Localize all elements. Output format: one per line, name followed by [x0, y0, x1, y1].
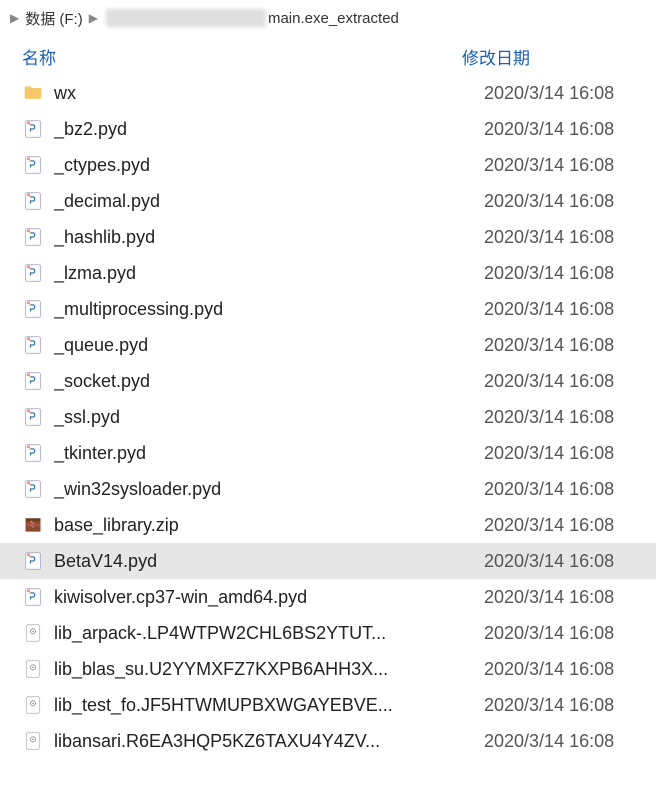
- file-date: 2020/3/14 16:08: [484, 659, 656, 680]
- file-icon: [22, 622, 44, 644]
- file-date: 2020/3/14 16:08: [484, 731, 656, 752]
- file-row[interactable]: _bz2.pyd2020/3/14 16:08: [0, 111, 656, 147]
- file-date: 2020/3/14 16:08: [484, 443, 656, 464]
- file-icon: [22, 658, 44, 680]
- file-row[interactable]: _ssl.pyd2020/3/14 16:08: [0, 399, 656, 435]
- file-name: _decimal.pyd: [54, 191, 484, 212]
- file-row[interactable]: _win32sysloader.pyd2020/3/14 16:08: [0, 471, 656, 507]
- file-date: 2020/3/14 16:08: [484, 695, 656, 716]
- file-row[interactable]: lib_blas_su.U2YYMXFZ7KXPB6AHH3X...2020/3…: [0, 651, 656, 687]
- column-name-header[interactable]: 名称: [0, 44, 462, 69]
- file-row[interactable]: _queue.pyd2020/3/14 16:08: [0, 327, 656, 363]
- file-date: 2020/3/14 16:08: [484, 227, 656, 248]
- pyd-icon: [22, 478, 44, 500]
- file-date: 2020/3/14 16:08: [484, 587, 656, 608]
- zip-icon: [22, 514, 44, 536]
- file-row[interactable]: lib_test_fo.JF5HTWMUPBXWGAYEBVE...2020/3…: [0, 687, 656, 723]
- file-row[interactable]: libansari.R6EA3HQP5KZ6TAXU4Y4ZV...2020/3…: [0, 723, 656, 759]
- pyd-icon: [22, 262, 44, 284]
- file-row[interactable]: wx2020/3/14 16:08: [0, 75, 656, 111]
- pyd-icon: [22, 406, 44, 428]
- breadcrumb[interactable]: ▶ 数据 (F:) ▶ main.exe_extracted: [0, 0, 656, 36]
- file-name: _tkinter.pyd: [54, 443, 484, 464]
- pyd-icon: [22, 586, 44, 608]
- file-name: _ctypes.pyd: [54, 155, 484, 176]
- file-row[interactable]: kiwisolver.cp37-win_amd64.pyd2020/3/14 1…: [0, 579, 656, 615]
- file-name: base_library.zip: [54, 515, 484, 536]
- file-row[interactable]: _ctypes.pyd2020/3/14 16:08: [0, 147, 656, 183]
- file-icon: [22, 694, 44, 716]
- file-date: 2020/3/14 16:08: [484, 371, 656, 392]
- file-list: wx2020/3/14 16:08_bz2.pyd2020/3/14 16:08…: [0, 75, 656, 759]
- file-name: _hashlib.pyd: [54, 227, 484, 248]
- file-name: _bz2.pyd: [54, 119, 484, 140]
- file-date: 2020/3/14 16:08: [484, 119, 656, 140]
- pyd-icon: [22, 370, 44, 392]
- file-row[interactable]: base_library.zip2020/3/14 16:08: [0, 507, 656, 543]
- file-name: _socket.pyd: [54, 371, 484, 392]
- chevron-right-icon: ▶: [10, 11, 19, 25]
- file-row[interactable]: _hashlib.pyd2020/3/14 16:08: [0, 219, 656, 255]
- file-row[interactable]: _socket.pyd2020/3/14 16:08: [0, 363, 656, 399]
- file-name: _win32sysloader.pyd: [54, 479, 484, 500]
- file-date: 2020/3/14 16:08: [484, 515, 656, 536]
- folder-icon: [22, 82, 44, 104]
- file-date: 2020/3/14 16:08: [484, 479, 656, 500]
- file-name: _ssl.pyd: [54, 407, 484, 428]
- file-name: lib_blas_su.U2YYMXFZ7KXPB6AHH3X...: [54, 659, 484, 680]
- file-name: BetaV14.pyd: [54, 551, 484, 572]
- file-name: _lzma.pyd: [54, 263, 484, 284]
- breadcrumb-blurred: [106, 9, 266, 27]
- file-date: 2020/3/14 16:08: [484, 623, 656, 644]
- file-row[interactable]: lib_arpack-.LP4WTPW2CHL6BS2YTUT...2020/3…: [0, 615, 656, 651]
- file-row[interactable]: _multiprocessing.pyd2020/3/14 16:08: [0, 291, 656, 327]
- file-date: 2020/3/14 16:08: [484, 155, 656, 176]
- file-name: wx: [54, 83, 484, 104]
- file-date: 2020/3/14 16:08: [484, 299, 656, 320]
- pyd-icon: [22, 550, 44, 572]
- pyd-icon: [22, 298, 44, 320]
- pyd-icon: [22, 442, 44, 464]
- file-row[interactable]: _tkinter.pyd2020/3/14 16:08: [0, 435, 656, 471]
- pyd-icon: [22, 118, 44, 140]
- column-headers: 名称 修改日期: [0, 36, 656, 75]
- file-date: 2020/3/14 16:08: [484, 551, 656, 572]
- file-date: 2020/3/14 16:08: [484, 407, 656, 428]
- file-date: 2020/3/14 16:08: [484, 335, 656, 356]
- file-icon: [22, 730, 44, 752]
- file-date: 2020/3/14 16:08: [484, 191, 656, 212]
- file-name: _queue.pyd: [54, 335, 484, 356]
- chevron-right-icon: ▶: [89, 11, 98, 25]
- pyd-icon: [22, 154, 44, 176]
- file-date: 2020/3/14 16:08: [484, 83, 656, 104]
- column-date-header[interactable]: 修改日期: [462, 44, 656, 69]
- file-name: lib_arpack-.LP4WTPW2CHL6BS2YTUT...: [54, 623, 484, 644]
- breadcrumb-drive[interactable]: 数据 (F:): [25, 8, 83, 29]
- pyd-icon: [22, 226, 44, 248]
- file-row[interactable]: _decimal.pyd2020/3/14 16:08: [0, 183, 656, 219]
- pyd-icon: [22, 190, 44, 212]
- file-row[interactable]: BetaV14.pyd2020/3/14 16:08: [0, 543, 656, 579]
- file-name: kiwisolver.cp37-win_amd64.pyd: [54, 587, 484, 608]
- breadcrumb-folder[interactable]: main.exe_extracted: [268, 10, 399, 27]
- file-name: _multiprocessing.pyd: [54, 299, 484, 320]
- file-name: lib_test_fo.JF5HTWMUPBXWGAYEBVE...: [54, 695, 484, 716]
- pyd-icon: [22, 334, 44, 356]
- file-row[interactable]: _lzma.pyd2020/3/14 16:08: [0, 255, 656, 291]
- file-date: 2020/3/14 16:08: [484, 263, 656, 284]
- file-name: libansari.R6EA3HQP5KZ6TAXU4Y4ZV...: [54, 731, 484, 752]
